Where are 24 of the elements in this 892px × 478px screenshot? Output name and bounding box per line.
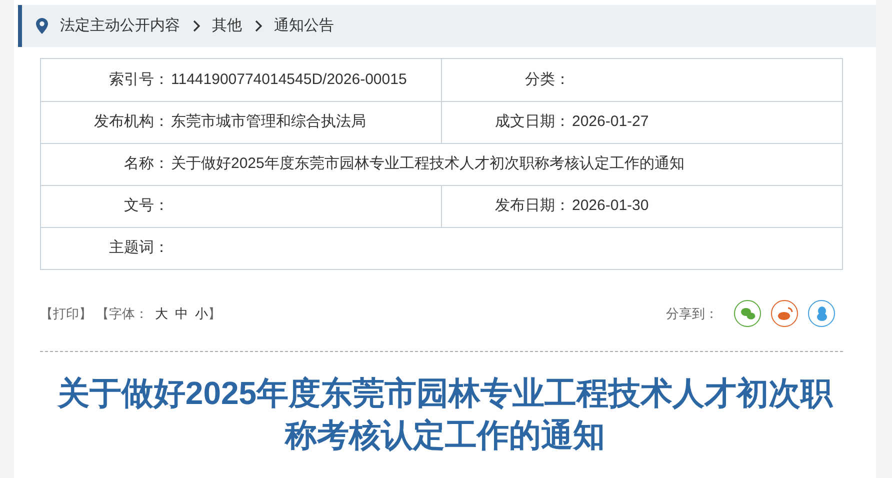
field-label: 索引号： <box>109 70 169 88</box>
field-label: 发布机构： <box>94 113 169 130</box>
font-size-label: 【字体： <box>96 304 148 323</box>
field-label: 文号： <box>124 197 169 214</box>
print-link[interactable]: 【打印】 <box>40 304 92 324</box>
field-label: 分类： <box>525 70 570 88</box>
field-label: 名称： <box>124 155 169 172</box>
article-title: 关于做好2025年度东莞市园林专业工程技术人才初次职称考核认定工作的通知 <box>56 374 834 455</box>
share-label: 分享到： <box>666 304 718 323</box>
field-value: 11441900774014545D/2026-00015 <box>171 70 407 90</box>
font-size-link[interactable]: 小 <box>195 304 208 324</box>
breadcrumb-link[interactable]: 其他 <box>212 14 242 38</box>
field-label: 发布日期： <box>495 197 570 214</box>
field-value: 2026-01-27 <box>572 112 649 132</box>
breadcrumb-link[interactable]: 法定主动公开内容 <box>60 14 180 38</box>
field-value: 东莞市城市管理和综合执法局 <box>171 112 366 132</box>
field-label: 主题词： <box>109 239 169 256</box>
field-value: 关于做好2025年度东莞市园林专业工程技术人才初次职称考核认定工作的通知 <box>171 154 684 174</box>
font-size-link[interactable]: 大 <box>155 304 168 324</box>
font-size-link[interactable]: 中 <box>175 304 188 324</box>
field-label: 成文日期： <box>495 113 570 130</box>
breadcrumb-link[interactable]: 通知公告 <box>274 14 334 38</box>
field-value: 2026-01-30 <box>572 196 649 216</box>
bracket-text: 】 <box>208 304 221 323</box>
